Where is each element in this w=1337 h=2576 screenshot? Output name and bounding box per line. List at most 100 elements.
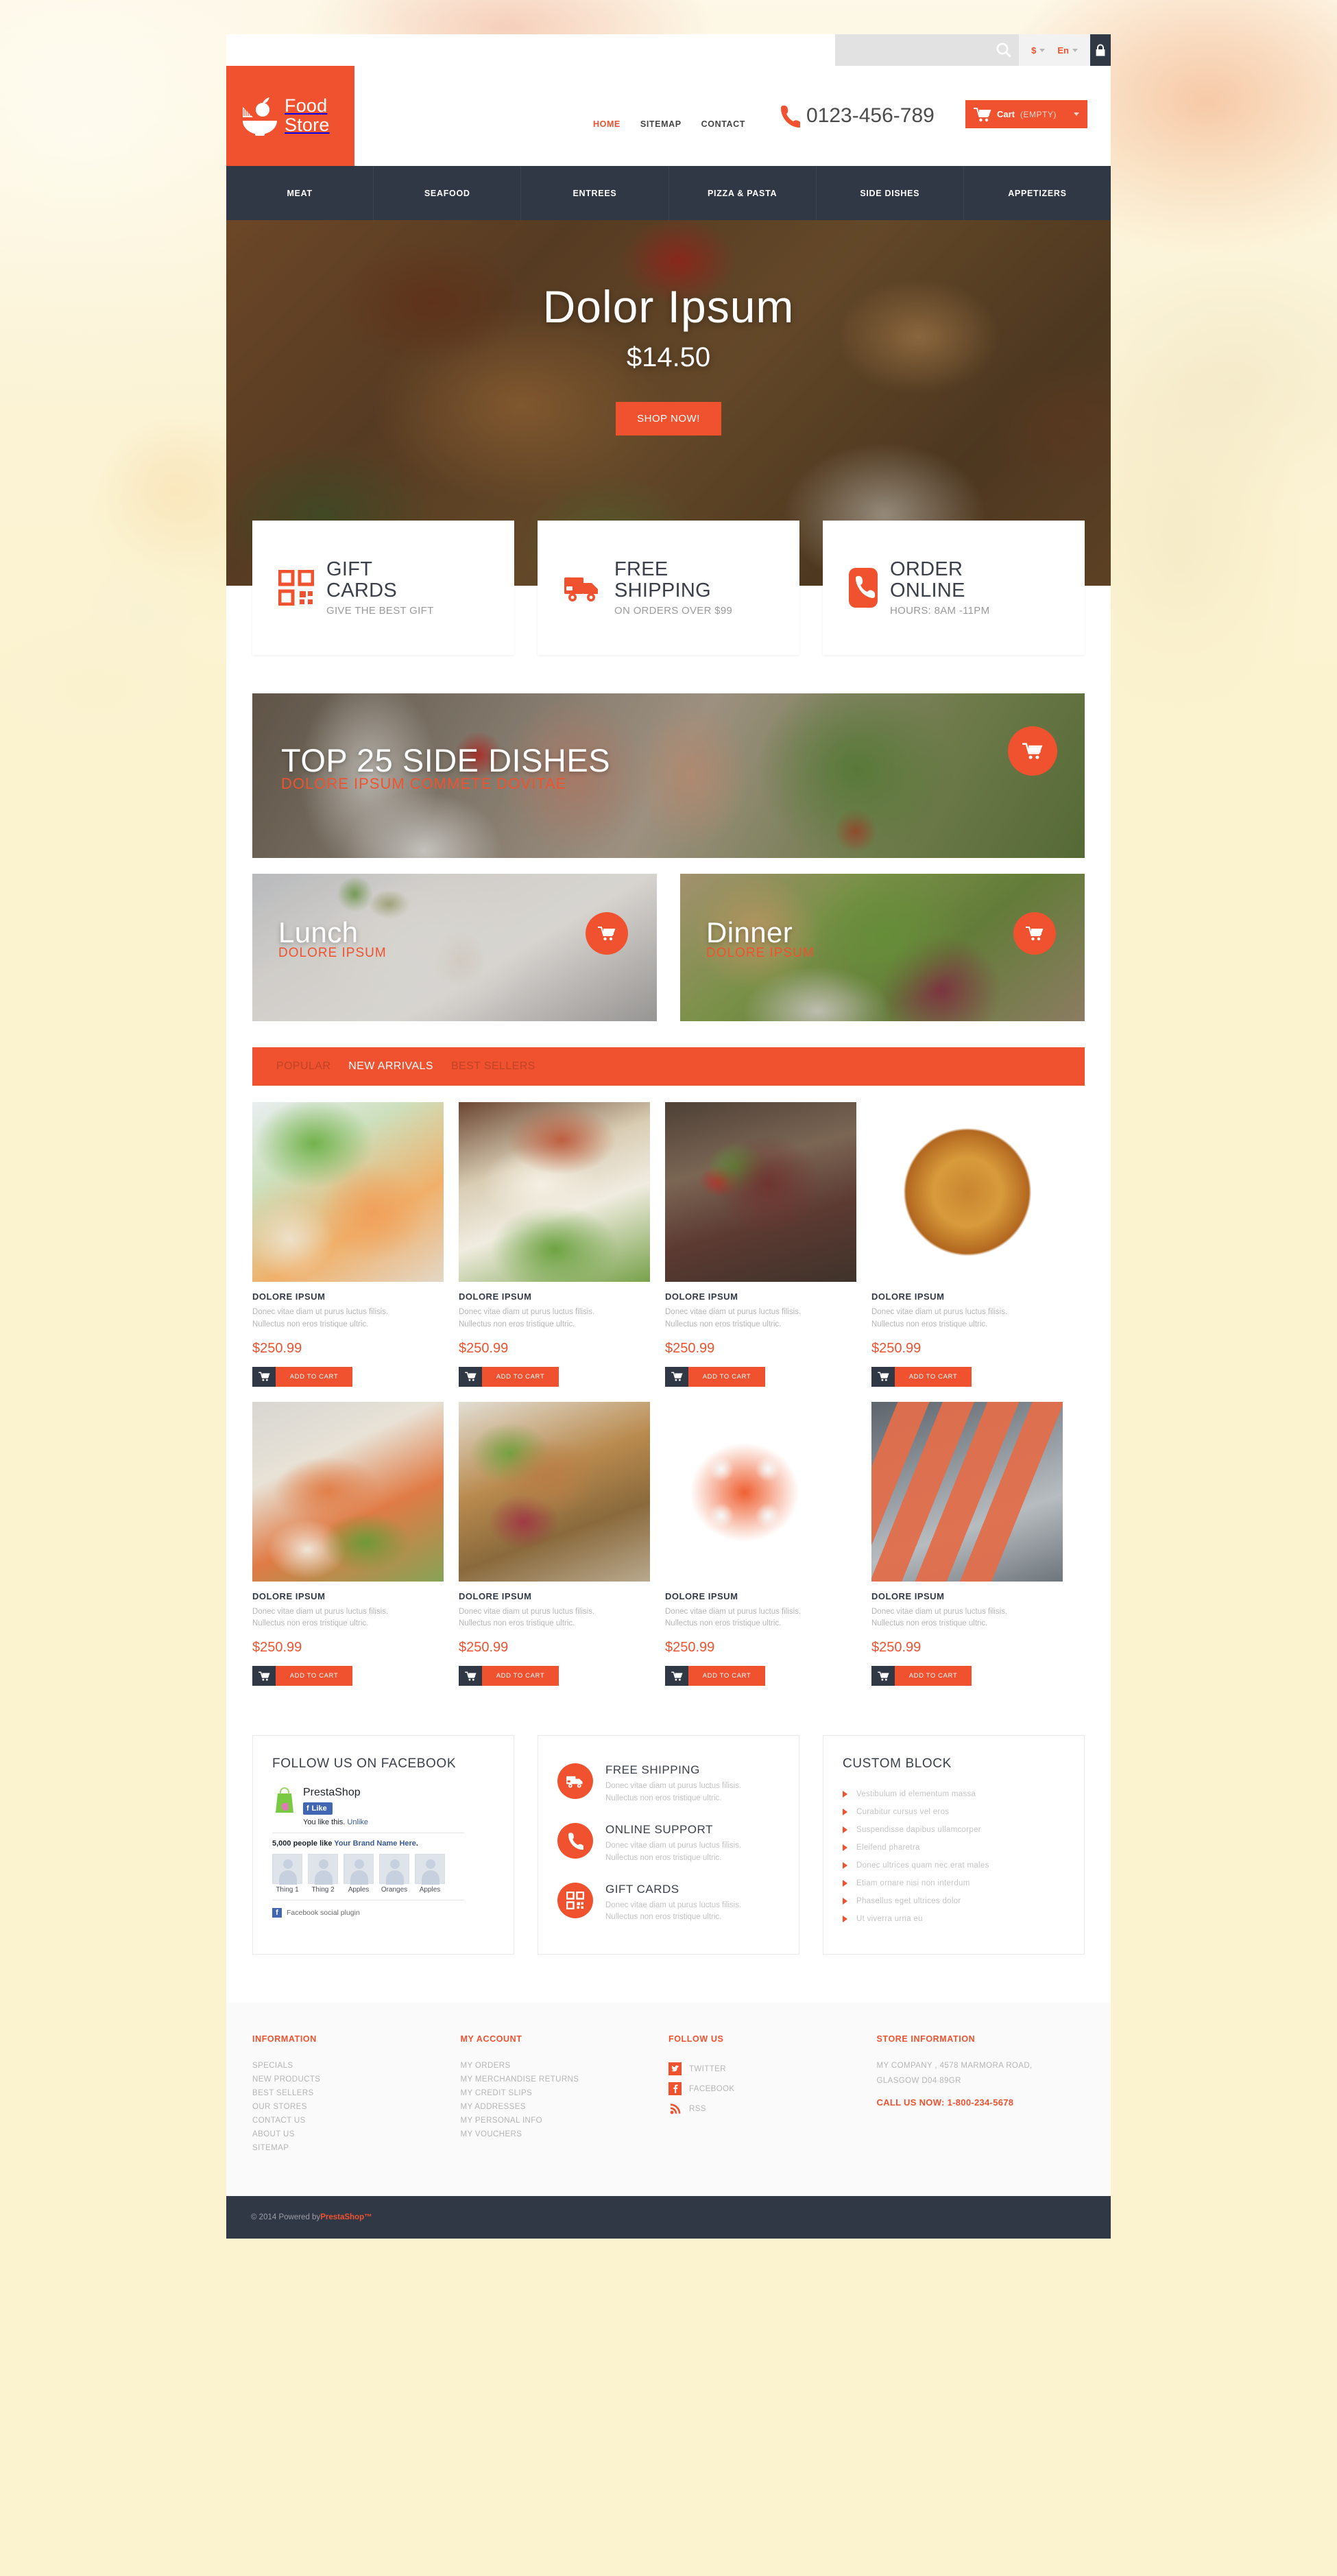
- banner-top-side-dishes[interactable]: TOP 25 SIDE DISHES DOLORE IPSUM COMMETE …: [252, 693, 1085, 858]
- custom-block: CUSTOM BLOCK Vestibulum id elementum mas…: [823, 1735, 1085, 1955]
- product-image[interactable]: [871, 1102, 1063, 1282]
- copyright-text: © 2014 Powered by: [251, 2213, 321, 2222]
- language-value: En: [1057, 45, 1069, 56]
- product-image[interactable]: [871, 1401, 1063, 1582]
- search-box[interactable]: [835, 34, 1020, 66]
- custom-block-item[interactable]: Phasellus eget ultrices dolor: [843, 1892, 1065, 1910]
- custom-block-item[interactable]: Donec ultrices quam nec erat males: [843, 1857, 1065, 1874]
- shop-now-button[interactable]: SHOP NOW!: [616, 402, 721, 436]
- banner-cart-button[interactable]: [1008, 726, 1057, 776]
- facebook-friend[interactable]: Oranges: [379, 1854, 409, 1894]
- main-nav-pizza-pasta[interactable]: PIZZA & PASTA: [669, 166, 817, 220]
- cart-button[interactable]: Cart (EMPTY): [965, 100, 1087, 128]
- language-switcher[interactable]: En: [1052, 45, 1083, 56]
- facebook-friend[interactable]: Apples: [415, 1854, 445, 1894]
- tab-best-sellers[interactable]: BEST SELLERS: [451, 1060, 535, 1073]
- add-to-cart-button[interactable]: ADD TO CART: [871, 1366, 972, 1387]
- logo[interactable]: Food Store: [226, 66, 354, 166]
- social-label-facebook: FACEBOOK: [689, 2084, 735, 2093]
- add-to-cart-button[interactable]: ADD TO CART: [459, 1366, 559, 1387]
- add-to-cart-button[interactable]: ADD TO CART: [252, 1366, 352, 1387]
- footer-link-my-account[interactable]: MY ADDRESSES: [461, 2100, 669, 2114]
- custom-block-item[interactable]: Etiam ornare nisi non interdum: [843, 1874, 1065, 1892]
- main-nav-entrees[interactable]: ENTREES: [521, 166, 669, 220]
- footer-link-information[interactable]: SITEMAP: [252, 2141, 461, 2155]
- search-button[interactable]: [994, 40, 1013, 60]
- logo-text: Food Store: [285, 97, 330, 134]
- footer-link-my-account[interactable]: MY VOUCHERS: [461, 2127, 669, 2141]
- add-to-cart-button[interactable]: ADD TO CART: [665, 1366, 765, 1387]
- top-nav-sitemap[interactable]: SITEMAP: [640, 119, 682, 129]
- header-phone[interactable]: 0123-456-789: [780, 104, 935, 128]
- banner-cart-button[interactable]: [586, 912, 628, 955]
- main-nav-meat[interactable]: MEAT: [226, 166, 374, 220]
- product-description: Donec vitae diam ut purus luctus filisis…: [459, 1307, 650, 1331]
- arrow-right-icon: [843, 1880, 847, 1887]
- product-image[interactable]: [665, 1401, 856, 1582]
- footer-link-my-account[interactable]: MY ORDERS: [461, 2059, 669, 2073]
- footer-link-information[interactable]: SPECIALS: [252, 2059, 461, 2073]
- custom-block-item[interactable]: Ut viverra urna eu: [843, 1910, 1065, 1928]
- product-description: Donec vitae diam ut purus luctus filisis…: [871, 1606, 1063, 1631]
- banner-cart-button[interactable]: [1013, 912, 1056, 955]
- feature-free-shipping[interactable]: FREE SHIPPING ON ORDERS OVER $99: [538, 521, 799, 655]
- feature-gift-cards[interactable]: GIFT CARDS GIVE THE BEST GIFT: [252, 521, 514, 655]
- footer-link-information[interactable]: OUR STORES: [252, 2100, 461, 2114]
- main-nav-side-dishes[interactable]: SIDE DISHES: [817, 166, 964, 220]
- main-nav-seafood[interactable]: SEAFOOD: [374, 166, 522, 220]
- currency-switcher[interactable]: $: [1026, 45, 1050, 56]
- social-link-rss[interactable]: RSS: [668, 2099, 877, 2119]
- main-nav-appetizers[interactable]: APPETIZERS: [964, 166, 1111, 220]
- custom-block-item[interactable]: Eleifend pharetra: [843, 1839, 1065, 1857]
- tab-popular[interactable]: POPULAR: [276, 1060, 330, 1073]
- facebook-brand-link[interactable]: Your Brand Name Here: [334, 1839, 416, 1848]
- custom-block-item[interactable]: Vestibulum id elementum massa: [843, 1785, 1065, 1803]
- add-to-cart-button[interactable]: ADD TO CART: [459, 1666, 559, 1686]
- footer-link-my-account[interactable]: MY CREDIT SLIPS: [461, 2086, 669, 2100]
- add-to-cart-label: ADD TO CART: [688, 1366, 765, 1387]
- feature-order-online[interactable]: ORDER ONLINE HOURS: 8AM -11PM: [823, 521, 1085, 655]
- add-to-cart-button[interactable]: ADD TO CART: [871, 1666, 972, 1686]
- feature-text: ORDER ONLINE HOURS: 8AM -11PM: [890, 558, 989, 617]
- footer-link-information[interactable]: ABOUT US: [252, 2127, 461, 2141]
- facebook-friend[interactable]: Thing 1: [272, 1854, 302, 1894]
- footer-link-information[interactable]: NEW PRODUCTS: [252, 2073, 461, 2086]
- footer-col-store-information: STORE INFORMATION MY COMPANY , 4578 MARM…: [877, 2034, 1085, 2155]
- facebook-friend[interactable]: Thing 2: [308, 1854, 338, 1894]
- product-card: DOLORE IPSUM Donec vitae diam ut purus lu…: [459, 1102, 650, 1387]
- footer-link-information[interactable]: BEST SELLERS: [252, 2086, 461, 2100]
- currency-value: $: [1031, 45, 1037, 56]
- product-image[interactable]: [252, 1401, 444, 1582]
- copyright-bar: © 2014 Powered by PrestaShop™: [226, 2196, 1111, 2239]
- account-login-button[interactable]: [1090, 34, 1111, 66]
- banner-subtitle: DOLORE IPSUM: [706, 946, 815, 960]
- facebook-like-button[interactable]: f Like: [303, 1802, 333, 1815]
- footer-link-my-account[interactable]: MY MERCHANDISE RETURNS: [461, 2073, 669, 2086]
- social-link-twitter[interactable]: TWITTER: [668, 2059, 877, 2079]
- custom-block-item[interactable]: Suspendisse dapibus ullamcorper: [843, 1821, 1065, 1839]
- add-to-cart-button[interactable]: ADD TO CART: [252, 1666, 352, 1686]
- product-image[interactable]: [252, 1102, 444, 1282]
- product-image[interactable]: [459, 1401, 650, 1582]
- footer-link-my-account[interactable]: MY PERSONAL INFO: [461, 2114, 669, 2127]
- product-desc-line-1: Donec vitae diam ut purus luctus filisis…: [665, 1607, 802, 1616]
- product-image[interactable]: [665, 1102, 856, 1282]
- custom-block-item[interactable]: Curabitur cursus vel eros: [843, 1803, 1065, 1821]
- banner-title: Lunch: [278, 916, 359, 949]
- top-nav-contact[interactable]: CONTACT: [701, 119, 745, 129]
- footer-links-my-account: MY ORDERS MY MERCHANDISE RETURNS MY CREDIT…: [461, 2059, 669, 2141]
- product-image[interactable]: [459, 1102, 650, 1282]
- product-name: DOLORE IPSUM: [252, 1291, 326, 1302]
- top-nav-home[interactable]: HOME: [593, 119, 621, 129]
- facebook-friend[interactable]: Apples: [344, 1854, 374, 1894]
- footer-link-information[interactable]: CONTACT US: [252, 2114, 461, 2127]
- banner-dinner[interactable]: Dinner DOLORE IPSUM: [680, 874, 1085, 1021]
- tab-new-arrivals[interactable]: NEW ARRIVALS: [348, 1060, 433, 1073]
- add-to-cart-button[interactable]: ADD TO CART: [665, 1666, 765, 1686]
- store-call-label: CALL US NOW:: [876, 2097, 945, 2108]
- search-input[interactable]: [841, 40, 995, 60]
- banner-lunch[interactable]: Lunch DOLORE IPSUM: [252, 874, 657, 1021]
- social-link-facebook[interactable]: FACEBOOK: [668, 2079, 877, 2099]
- facebook-unlike-link[interactable]: Unlike: [347, 1818, 368, 1826]
- feature-title-line-2: CARDS: [326, 580, 398, 601]
